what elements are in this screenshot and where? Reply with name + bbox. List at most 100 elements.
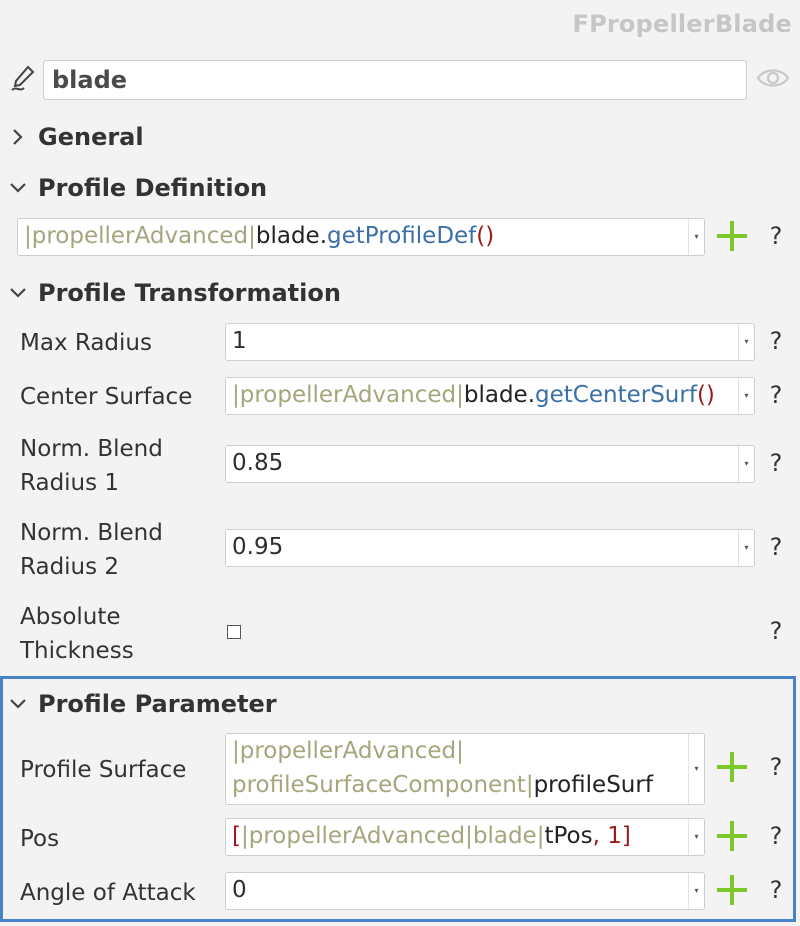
absolute-thickness-checkbox[interactable] [227, 625, 241, 639]
expr-object: blade [463, 382, 528, 408]
expr-function: getProfileDef [327, 223, 477, 249]
section-title: Profile Parameter [38, 690, 277, 718]
blend-radius-1-label: Norm. Blend Radius 1 [20, 432, 163, 500]
chevron-down-icon: ▾ [694, 764, 699, 773]
dropdown-toggle[interactable]: ▾ [688, 219, 704, 255]
section-profile-definition[interactable]: Profile Definition [8, 171, 267, 205]
chevron-down-icon: ▾ [694, 832, 699, 841]
expr-object: tPos [544, 823, 593, 849]
label-line: Norm. Blend [20, 436, 163, 462]
expr-namespace: propellerAdvanced [239, 738, 457, 764]
expr-paren: () [696, 382, 715, 408]
help-icon[interactable]: ? [766, 750, 786, 784]
angle-of-attack-label: Angle of Attack [20, 880, 196, 906]
expr-pipe: | [232, 382, 240, 408]
chevron-down-icon [10, 183, 26, 193]
field-value: 0.95 [232, 534, 284, 560]
expr-dot: . [319, 223, 328, 249]
help-icon[interactable]: ? [766, 446, 786, 480]
section-profile-parameter[interactable]: Profile Parameter [8, 687, 277, 721]
help-icon[interactable]: ? [766, 530, 786, 564]
expr-namespace: propellerAdvanced [31, 223, 249, 249]
label-line: Absolute [20, 604, 121, 630]
blend-radius-2-field[interactable]: 0.95 ▾ [225, 529, 755, 567]
label-line: Radius 2 [20, 554, 120, 580]
section-general[interactable]: General [8, 120, 144, 154]
chevron-down-icon [10, 699, 26, 709]
add-plus-icon[interactable] [715, 873, 749, 907]
field-value: 0.85 [232, 450, 284, 476]
object-name-input[interactable]: blade [43, 60, 747, 100]
expr-bracket: [ [232, 823, 241, 849]
expr-dot: . [527, 382, 536, 408]
expr-pipe: | [456, 738, 464, 764]
chevron-down-icon: ▾ [694, 886, 699, 895]
expr-pipe: | [240, 823, 249, 849]
help-icon[interactable]: ? [766, 614, 786, 648]
expr-pipe: | [24, 223, 32, 249]
dropdown-toggle[interactable]: ▾ [688, 734, 704, 804]
blend-radius-2-label: Norm. Blend Radius 2 [20, 516, 163, 584]
expr-pipe: | [525, 772, 534, 798]
chevron-down-icon: ▾ [744, 459, 749, 468]
field-value: 0 [232, 877, 247, 903]
label-line: Norm. Blend [20, 520, 163, 546]
chevron-down-icon: ▾ [694, 232, 699, 241]
chevron-down-icon: ▾ [744, 543, 749, 552]
help-icon[interactable]: ? [766, 219, 786, 253]
label-line: Radius 1 [20, 470, 120, 496]
dropdown-toggle[interactable]: ▾ [738, 530, 754, 566]
chevron-down-icon: ▾ [744, 337, 749, 346]
center-surface-label: Center Surface [20, 384, 193, 410]
dropdown-toggle[interactable]: ▾ [738, 378, 754, 414]
visibility-eye-icon[interactable] [756, 66, 790, 90]
max-radius-field[interactable]: 1 ▾ [225, 323, 755, 361]
expr-pipe: | [465, 823, 473, 849]
expr-pipe: | [248, 223, 256, 249]
blend-radius-1-field[interactable]: 0.85 ▾ [225, 445, 755, 483]
center-surface-field[interactable]: |propellerAdvanced|blade.getCenterSurf()… [225, 377, 755, 415]
expr-namespace: propellerAdvanced [239, 382, 457, 408]
expr-paren: () [476, 223, 495, 249]
expr-function: getCenterSurf [535, 382, 697, 408]
profile-definition-field[interactable]: |propellerAdvanced|blade.getProfileDef()… [17, 218, 705, 256]
section-profile-transformation[interactable]: Profile Transformation [8, 276, 341, 310]
expr-argument: , 1 [592, 823, 622, 849]
field-value: 1 [232, 328, 247, 354]
help-icon[interactable]: ? [766, 873, 786, 907]
max-radius-label: Max Radius [20, 330, 152, 356]
expr-namespace: blade [472, 823, 537, 849]
dropdown-toggle[interactable]: ▾ [738, 446, 754, 482]
help-icon[interactable]: ? [766, 324, 786, 358]
label-line: Thickness [20, 638, 134, 664]
dropdown-toggle[interactable]: ▾ [738, 324, 754, 360]
rename-pen-icon[interactable] [8, 64, 38, 94]
expr-namespace: propellerAdvanced [248, 823, 466, 849]
chevron-down-icon [10, 288, 26, 298]
help-icon[interactable]: ? [766, 819, 786, 853]
dropdown-toggle[interactable]: ▾ [688, 873, 704, 909]
profile-surface-label: Profile Surface [20, 757, 187, 783]
expr-bracket: ] [621, 823, 631, 849]
section-title: Profile Transformation [38, 279, 341, 307]
profile-surface-field[interactable]: |propellerAdvanced| profileSurfaceCompon… [225, 733, 705, 805]
absolute-thickness-label: Absolute Thickness [20, 600, 134, 668]
section-title: Profile Definition [38, 174, 268, 202]
pos-field[interactable]: [|propellerAdvanced|blade|tPos, 1] ▾ [225, 818, 705, 856]
add-plus-icon[interactable] [715, 750, 749, 784]
chevron-right-icon [13, 129, 23, 145]
chevron-down-icon: ▾ [744, 391, 749, 400]
help-icon[interactable]: ? [766, 378, 786, 412]
object-type-label: FPropellerBlade [572, 10, 792, 38]
dropdown-toggle[interactable]: ▾ [688, 819, 704, 855]
expr-component: profileSurfaceComponent [232, 772, 526, 798]
expr-object: blade [255, 223, 320, 249]
expr-object: profileSurf [533, 772, 653, 798]
expr-pipe: | [456, 382, 464, 408]
section-title: General [38, 123, 144, 151]
expr-pipe: | [232, 738, 240, 764]
add-plus-icon[interactable] [715, 219, 749, 253]
add-plus-icon[interactable] [715, 819, 749, 853]
angle-of-attack-field[interactable]: 0 ▾ [225, 872, 705, 910]
pos-label: Pos [20, 826, 60, 852]
